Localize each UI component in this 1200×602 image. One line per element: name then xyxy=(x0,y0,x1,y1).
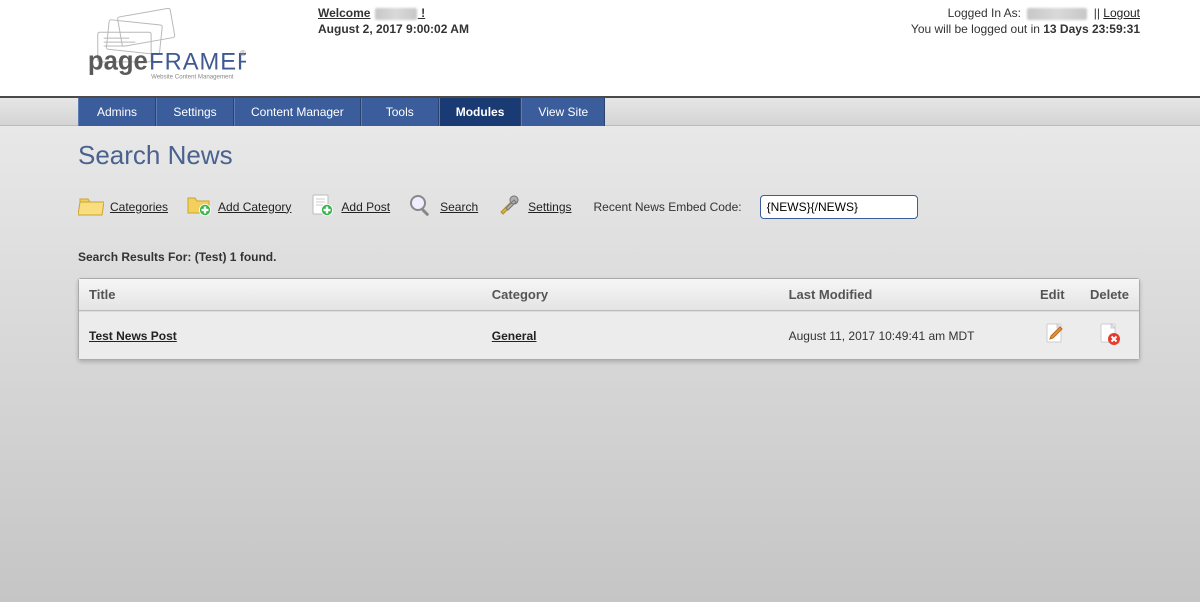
header: page FRAMER Website Content Management ®… xyxy=(0,0,1200,96)
row-last-modified: August 11, 2017 10:49:41 am MDT xyxy=(779,311,1030,359)
embed-label: Recent News Embed Code: xyxy=(594,200,742,214)
results-table: Title Category Last Modified Edit Delete… xyxy=(78,278,1140,360)
module-toolbar: Categories Add Category xyxy=(78,193,1140,220)
col-delete: Delete xyxy=(1080,279,1139,311)
embed-input[interactable] xyxy=(760,195,918,219)
page-title: Search News xyxy=(78,140,1140,171)
loggedin-user-censored xyxy=(1027,8,1087,20)
svg-text:Website Content Management: Website Content Management xyxy=(151,74,234,81)
folder-icon xyxy=(78,193,104,220)
login-area: Logged In As: || Logout You will be logg… xyxy=(658,2,1140,36)
svg-text:®: ® xyxy=(240,49,246,58)
tab-settings[interactable]: Settings xyxy=(156,98,234,126)
username-censored xyxy=(375,8,417,20)
tb-search[interactable]: Search xyxy=(408,193,478,220)
edit-icon[interactable] xyxy=(1043,322,1067,349)
tab-admins[interactable]: Admins xyxy=(78,98,156,126)
welcome-bang: ! xyxy=(418,6,425,20)
col-edit: Edit xyxy=(1030,279,1080,311)
row-title-link[interactable]: Test News Post xyxy=(89,329,177,343)
svg-text:FRAMER: FRAMER xyxy=(149,50,246,76)
col-category: Category xyxy=(482,279,779,311)
col-title: Title xyxy=(79,279,482,311)
folder-add-icon xyxy=(186,193,212,220)
tb-categories-label[interactable]: Categories xyxy=(110,200,168,214)
tb-settings[interactable]: Settings xyxy=(496,193,571,220)
welcome-label: Welcome xyxy=(318,6,370,20)
main-nav: Admins Settings Content Manager Tools Mo… xyxy=(78,98,1200,126)
tb-settings-label[interactable]: Settings xyxy=(528,200,571,214)
tab-content-manager[interactable]: Content Manager xyxy=(234,98,361,126)
logged-in-prefix: Logged In As: xyxy=(948,6,1021,20)
separator: || xyxy=(1094,6,1104,20)
tb-add-post[interactable]: Add Post xyxy=(309,193,390,220)
tools-icon xyxy=(496,193,522,220)
welcome-area: Welcome ! August 2, 2017 9:00:02 AM xyxy=(318,2,658,36)
tb-add-post-label[interactable]: Add Post xyxy=(341,200,390,214)
row-category-link[interactable]: General xyxy=(492,329,537,343)
table-row: Test News Post General August 11, 2017 1… xyxy=(79,311,1139,359)
col-last-modified: Last Modified xyxy=(779,279,1030,311)
search-icon xyxy=(408,193,434,220)
tb-add-category-label[interactable]: Add Category xyxy=(218,200,291,214)
results-label: Search Results For: (Test) 1 found. xyxy=(78,250,1140,264)
page-body: Search News Categories Add xyxy=(0,126,1200,602)
logo: page FRAMER Website Content Management ® xyxy=(78,2,318,93)
main-nav-wrap: Admins Settings Content Manager Tools Mo… xyxy=(0,96,1200,126)
current-date: August 2, 2017 9:00:02 AM xyxy=(318,22,658,36)
tab-tools[interactable]: Tools xyxy=(361,98,439,126)
tab-view-site[interactable]: View Site xyxy=(521,98,605,126)
svg-text:page: page xyxy=(88,48,148,76)
session-time: 13 Days 23:59:31 xyxy=(1043,22,1140,36)
logo-svg: page FRAMER Website Content Management ® xyxy=(78,8,246,90)
logout-link[interactable]: Logout xyxy=(1103,6,1140,20)
session-msg-prefix: You will be logged out in xyxy=(911,22,1043,36)
tb-categories[interactable]: Categories xyxy=(78,193,168,220)
tb-add-category[interactable]: Add Category xyxy=(186,193,291,220)
tab-modules[interactable]: Modules xyxy=(439,98,522,126)
delete-icon[interactable] xyxy=(1097,322,1121,349)
tb-search-label[interactable]: Search xyxy=(440,200,478,214)
page-add-icon xyxy=(309,193,335,220)
